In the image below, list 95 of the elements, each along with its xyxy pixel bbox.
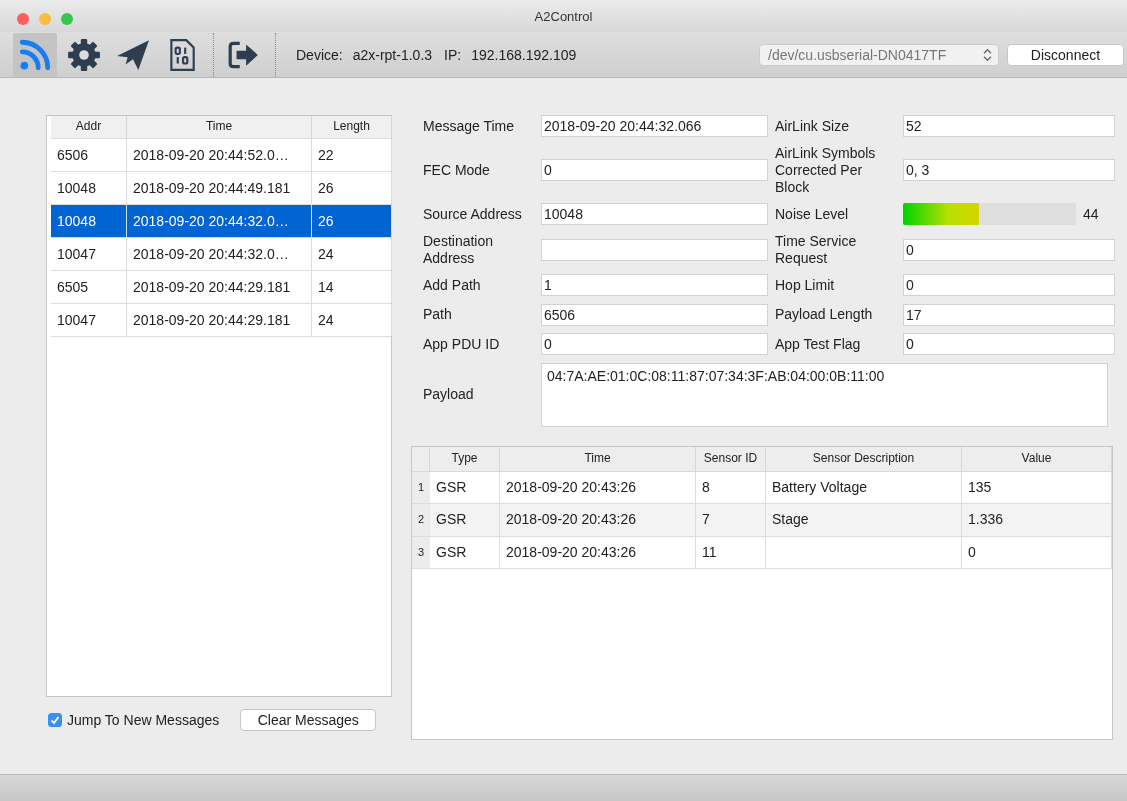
table-cell: 2018-09-20 20:44:29.181 xyxy=(127,271,312,303)
column-header[interactable]: Sensor ID xyxy=(696,446,766,471)
field-label: Add Path xyxy=(423,276,482,294)
table-cell: 10048 xyxy=(51,205,127,237)
text-field[interactable] xyxy=(541,238,768,261)
field-label: Message Time xyxy=(423,117,516,135)
text-field[interactable]: 17 xyxy=(903,303,1115,326)
table-cell: 8 xyxy=(696,471,766,503)
message-row[interactable]: 10048 2018-09-20 20:44:32.0… 26 xyxy=(51,205,391,238)
field-label: App PDU ID xyxy=(423,335,501,353)
field-label: AirLink Symbols Corrected Per Block xyxy=(775,144,877,196)
table-cell: GSR xyxy=(430,536,500,568)
table-cell: 6505 xyxy=(51,271,127,303)
column-header[interactable]: Type xyxy=(430,446,500,471)
table-cell: 2018-09-20 20:44:52.0… xyxy=(127,139,312,171)
table-cell: Stage xyxy=(766,504,962,536)
table-cell: GSR xyxy=(430,471,500,503)
table-cell: 10048 xyxy=(51,172,127,204)
meter-reading: 44 xyxy=(1083,206,1099,222)
text-field[interactable]: 0 xyxy=(541,159,768,181)
zoom-button[interactable] xyxy=(61,13,73,25)
column-header[interactable]: Value xyxy=(962,446,1112,471)
device-label: Device: xyxy=(296,46,343,63)
field-label: Path xyxy=(423,306,453,323)
table-cell: 2018-09-20 20:44:29.181 xyxy=(127,304,312,336)
table-cell: 24 xyxy=(312,238,392,270)
port-select[interactable]: /dev/cu.usbserial-DN0417TF xyxy=(759,43,999,66)
field-label: Time Service Request xyxy=(775,232,858,267)
text-field[interactable]: 6506 xyxy=(541,303,768,326)
table-cell: 2018-09-20 20:44:49.181 xyxy=(127,172,312,204)
clear-messages-button[interactable]: Clear Messages xyxy=(240,709,377,731)
row-number: 1 xyxy=(412,471,430,503)
table-cell: Battery Voltage xyxy=(766,471,962,503)
text-field[interactable]: 1 xyxy=(541,274,768,296)
close-button[interactable] xyxy=(17,13,29,25)
table-cell: 6506 xyxy=(51,139,127,171)
field-label: Payload Length xyxy=(775,306,874,323)
text-field[interactable]: 52 xyxy=(903,115,1115,137)
table-cell: 2018-09-20 20:43:26 xyxy=(500,504,696,536)
feed-icon xyxy=(18,37,52,72)
text-field[interactable]: 10048 xyxy=(541,203,768,225)
table-cell: 1.336 xyxy=(962,504,1112,536)
field-label: AirLink Size xyxy=(775,117,850,135)
table-cell: 10047 xyxy=(51,304,127,336)
table-cell: 24 xyxy=(312,304,392,336)
table-cell: 22 xyxy=(312,139,392,171)
text-field[interactable]: 0 xyxy=(903,333,1115,355)
field-label: Hop Limit xyxy=(775,276,836,294)
checkbox-label: Jump To New Messages xyxy=(67,712,220,728)
table-cell: 135 xyxy=(962,471,1112,503)
checkbox[interactable] xyxy=(48,713,62,727)
table-cell: 26 xyxy=(312,205,392,237)
field-label: Destination Address xyxy=(423,232,495,267)
payload-field[interactable]: 04:7A:AE:01:0C:08:11:87:07:34:3F:AB:04:00:0B:11:00 xyxy=(541,362,1108,427)
column-header[interactable]: Length xyxy=(312,116,392,138)
message-row[interactable]: 10047 2018-09-20 20:44:32.0… 24 xyxy=(51,238,391,271)
up-down-icon xyxy=(983,47,992,62)
table-cell: 0 xyxy=(962,536,1112,568)
disconnect-button[interactable]: Disconnect xyxy=(1007,43,1124,66)
table-cell: 11 xyxy=(696,536,766,568)
column-header[interactable]: Time xyxy=(127,116,312,138)
field-label: Source Address xyxy=(423,205,523,223)
column-header[interactable]: Sensor Description xyxy=(766,446,962,471)
checkmark-icon xyxy=(49,714,61,726)
message-row[interactable]: 10047 2018-09-20 20:44:29.181 24 xyxy=(51,304,391,337)
field-label: App Test Flag xyxy=(775,335,862,353)
text-field[interactable]: 0 xyxy=(903,238,1115,261)
table-cell: GSR xyxy=(430,504,500,536)
text-field[interactable]: 0, 3 xyxy=(903,159,1115,181)
table-cell: 10047 xyxy=(51,238,127,270)
table-cell: 7 xyxy=(696,504,766,536)
row-number: 2 xyxy=(412,504,430,536)
column-header[interactable]: Time xyxy=(500,446,696,471)
column-header[interactable]: Addr xyxy=(51,116,127,138)
field-label: FEC Mode xyxy=(423,161,491,179)
table-cell: 2018-09-20 20:44:32.0… xyxy=(127,205,312,237)
row-number: 3 xyxy=(412,536,430,568)
field-label: Payload xyxy=(423,386,475,403)
window-title: A2Control xyxy=(534,8,593,24)
paper-plane-icon xyxy=(116,37,150,72)
field-label: Noise Level xyxy=(775,205,850,223)
table-cell: 2018-09-20 20:43:26 xyxy=(500,471,696,503)
text-field[interactable]: 0 xyxy=(541,333,768,355)
text-field[interactable]: 0 xyxy=(903,274,1115,296)
message-row[interactable]: 6505 2018-09-20 20:44:29.181 14 xyxy=(51,271,391,304)
text-field[interactable]: 2018-09-20 20:44:32.066 xyxy=(541,115,768,137)
table-cell: 26 xyxy=(312,172,392,204)
gear-icon xyxy=(67,37,101,72)
message-row[interactable]: 6506 2018-09-20 20:44:52.0… 22 xyxy=(51,139,391,172)
device-name: a2x-rpt-1.0.3 xyxy=(352,46,433,63)
ip-label: IP: xyxy=(444,46,462,63)
table-cell: 2018-09-20 20:44:32.0… xyxy=(127,238,312,270)
ip-address: 192.168.192.109 xyxy=(471,46,577,63)
table-cell: 2018-09-20 20:43:26 xyxy=(500,536,696,568)
table-cell: 14 xyxy=(312,271,392,303)
